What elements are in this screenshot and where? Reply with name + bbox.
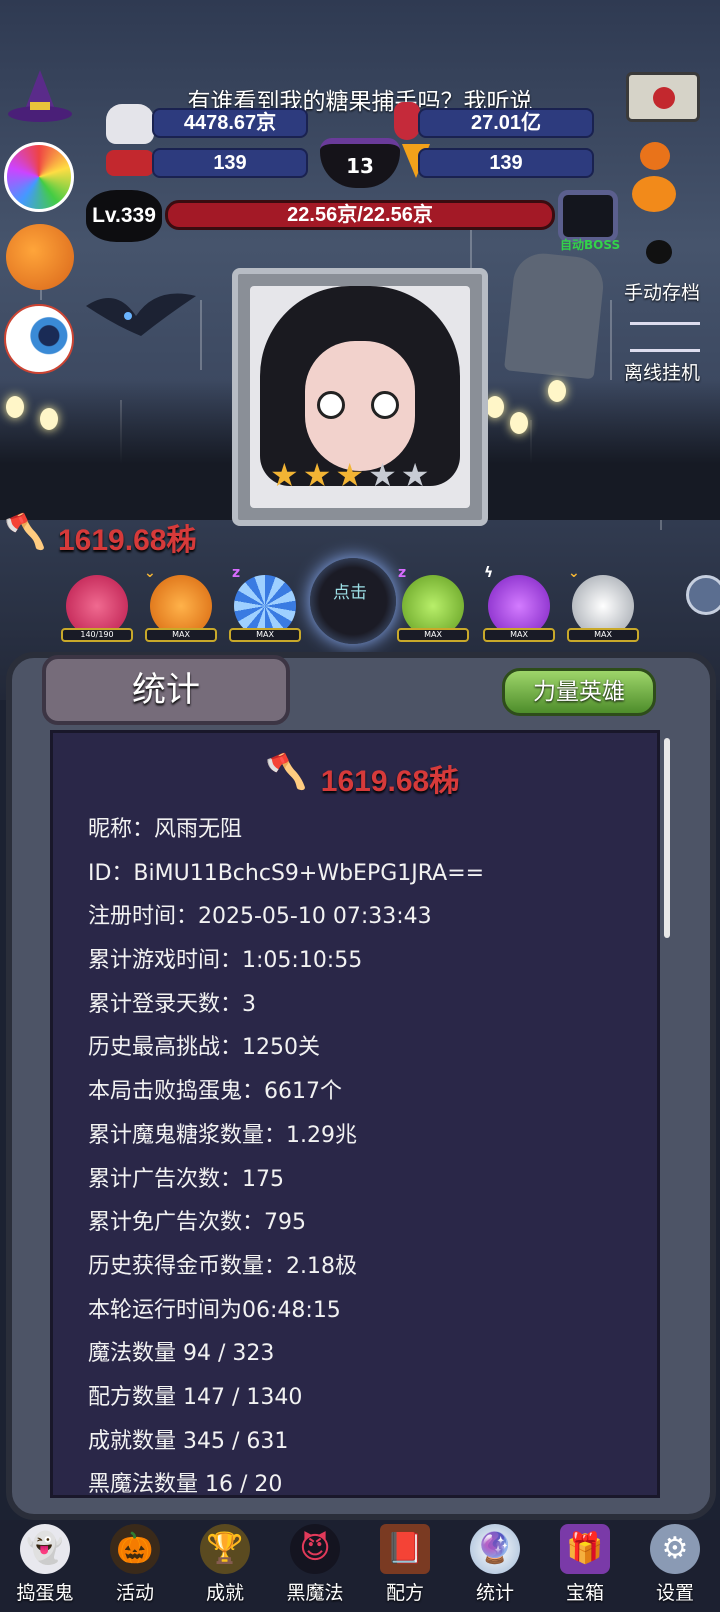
mail-icon[interactable] bbox=[626, 72, 700, 122]
stat-max-stage: 历史最高挑战：1250关 bbox=[88, 1035, 320, 1061]
nav-label: 捣蛋鬼 bbox=[16, 1582, 74, 1604]
nav-item-chest[interactable]: 🎁 宝箱 bbox=[540, 1520, 630, 1612]
nav-item-ghost[interactable]: 👻 捣蛋鬼 bbox=[0, 1520, 90, 1612]
axe-icon: 🪓 bbox=[4, 512, 47, 552]
nav-label: 活动 bbox=[115, 1582, 154, 1604]
jack-o-lantern-icon[interactable] bbox=[640, 142, 670, 170]
nav-item-settings[interactable]: ⚙ 设置 bbox=[630, 1520, 720, 1612]
nav-item-achievement[interactable]: 🏆 成就 bbox=[180, 1520, 270, 1612]
nav-label: 统计 bbox=[475, 1582, 514, 1604]
panel-title: 统计 bbox=[42, 655, 290, 725]
nav-item-dark-magic[interactable]: 😈 黑魔法 bbox=[270, 1520, 360, 1612]
stat-gold: 历史获得金币数量：2.18极 bbox=[88, 1253, 357, 1279]
click-label: 点击 bbox=[333, 583, 367, 603]
hero-status: 140/190 bbox=[61, 628, 133, 642]
power-hero-button[interactable]: 力量英雄 bbox=[502, 668, 656, 716]
chest-icon: 🎁 bbox=[560, 1524, 610, 1574]
nav-item-event[interactable]: 🎃 活动 bbox=[90, 1520, 180, 1612]
character-portrait[interactable]: ★ ★ ★ ★ ★ bbox=[232, 268, 488, 526]
auto-boss-toggle[interactable] bbox=[558, 190, 618, 242]
candy-amount: 4478.67京 bbox=[152, 108, 308, 138]
gear-icon: ⚙ bbox=[650, 1524, 700, 1574]
stat-defeated: 本局击败捣蛋鬼：6617个 bbox=[88, 1079, 342, 1105]
boss-hp-bar: 22.56京/22.56京 bbox=[165, 200, 555, 230]
eyeball-icon[interactable] bbox=[4, 304, 74, 374]
stat-register-time: 注册时间：2025-05-10 07:33:43 bbox=[88, 904, 432, 930]
ghost-count: 139 bbox=[152, 148, 308, 178]
nav-label: 配方 bbox=[385, 1582, 424, 1604]
stat-login-days: 累计登录天数：3 bbox=[88, 991, 256, 1017]
stat-syrup: 累计魔鬼糖浆数量：1.29兆 bbox=[88, 1122, 357, 1148]
fishbone-icon[interactable] bbox=[630, 322, 700, 352]
swirl-candy-icon[interactable] bbox=[4, 142, 74, 212]
hero-status: MAX bbox=[567, 628, 639, 642]
star-filled-icon: ★ bbox=[302, 456, 332, 494]
event-icon: 🎃 bbox=[110, 1524, 160, 1574]
nav-label: 设置 bbox=[655, 1582, 694, 1604]
stats-scrollbar[interactable] bbox=[664, 738, 670, 938]
nav-label: 宝箱 bbox=[565, 1582, 604, 1604]
stat-dark-magic: 黑魔法数量 16 / 20 bbox=[88, 1472, 283, 1498]
nav-item-stats[interactable]: 🔮 统计 bbox=[450, 1520, 540, 1612]
flask-icon[interactable] bbox=[632, 176, 676, 212]
hero-status: MAX bbox=[145, 628, 217, 642]
recipe-book-icon: 📕 bbox=[380, 1524, 430, 1574]
stat-id: ID：BiMU11BchcS9+WbEPG1JRA== bbox=[88, 860, 485, 886]
stat-run-time: 本轮运行时间为06:48:15 bbox=[88, 1297, 341, 1323]
bat-icon bbox=[86, 286, 196, 346]
candy-bag-icon bbox=[106, 104, 154, 144]
stat-list: 昵称：风雨无阻 ID：BiMU11BchcS9+WbEPG1JRA== 注册时间… bbox=[88, 808, 484, 1507]
nav-item-recipe[interactable]: 📕 配方 bbox=[360, 1520, 450, 1612]
hero-scroll-button[interactable] bbox=[686, 575, 720, 615]
star-empty-icon: ★ bbox=[368, 456, 397, 494]
bottom-nav: 👻 捣蛋鬼 🎃 活动 🏆 成就 😈 黑魔法 📕 配方 🔮 统计 🎁 宝箱 ⚙ 设… bbox=[0, 1520, 720, 1612]
crystal-ball-icon: 🔮 bbox=[470, 1524, 520, 1574]
candy-corn-amount: 139 bbox=[418, 148, 594, 178]
tombstone bbox=[503, 250, 607, 380]
witch-hat-icon[interactable] bbox=[6, 68, 74, 128]
ghost-icon: 👻 bbox=[20, 1524, 70, 1574]
stat-magic: 魔法数量 94 / 323 bbox=[88, 1341, 275, 1367]
offline-idle-label[interactable]: 离线挂机 bbox=[624, 358, 700, 385]
level-badge: Lv.339 bbox=[86, 190, 162, 242]
skull-bow-icon bbox=[106, 150, 154, 176]
stat-ad-free: 累计免广告次数：795 bbox=[88, 1210, 306, 1236]
stat-play-time: 累计游戏时间：1:05:10:55 bbox=[88, 948, 363, 974]
cauldron-level-value: 13 bbox=[346, 154, 374, 178]
star-filled-icon: ★ bbox=[335, 456, 365, 494]
pumpkin-icon[interactable] bbox=[6, 224, 74, 290]
dark-magic-icon: 😈 bbox=[290, 1524, 340, 1574]
hero-status: MAX bbox=[397, 628, 469, 642]
stat-recipes: 配方数量 147 / 1340 bbox=[88, 1384, 303, 1410]
stat-ads: 累计广告次数：175 bbox=[88, 1166, 284, 1192]
auto-boss-label: 自动BOSS bbox=[560, 238, 621, 252]
damage-value: 1619.68秭 bbox=[58, 524, 197, 557]
manual-save-label[interactable]: 手动存档 bbox=[624, 278, 700, 305]
star-rating: ★ ★ ★ ★ ★ bbox=[270, 459, 429, 491]
panel-damage-value: 1619.68秭 bbox=[0, 756, 720, 800]
spider-icon[interactable] bbox=[646, 240, 672, 264]
stat-nickname: 昵称：风雨无阻 bbox=[88, 817, 243, 842]
star-filled-icon: ★ bbox=[270, 456, 299, 494]
potion-icon bbox=[394, 102, 420, 140]
hero-status: MAX bbox=[229, 628, 301, 642]
trophy-icon: 🏆 bbox=[200, 1524, 250, 1574]
stat-achievements: 成就数量 345 / 631 bbox=[88, 1428, 289, 1454]
star-empty-icon: ★ bbox=[400, 456, 430, 494]
potion-amount: 27.01亿 bbox=[418, 108, 594, 138]
hero-status: MAX bbox=[483, 628, 555, 642]
panel-damage-text: 1619.68秭 bbox=[320, 765, 460, 798]
nav-label: 黑魔法 bbox=[286, 1582, 344, 1604]
nav-label: 成就 bbox=[205, 1582, 244, 1604]
